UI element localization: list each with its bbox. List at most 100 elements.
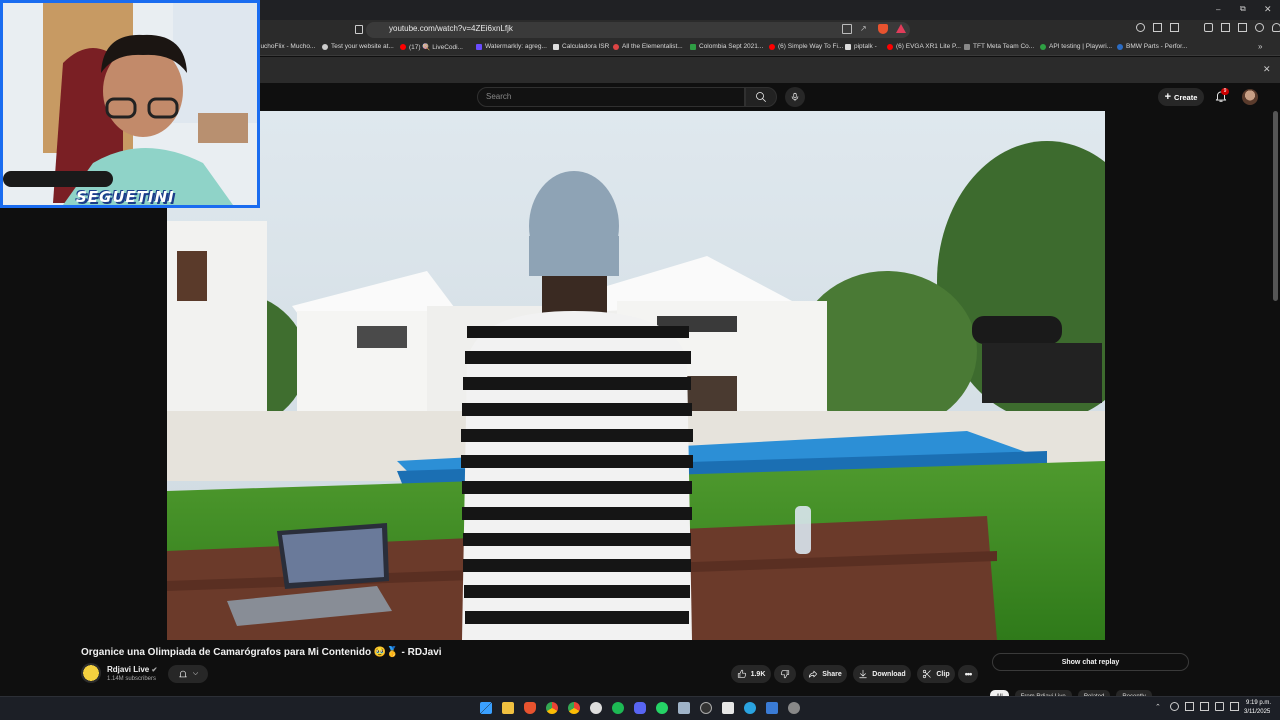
- file-explorer-icon[interactable]: [502, 702, 514, 714]
- notepad-icon[interactable]: [678, 702, 690, 714]
- close-infobar-icon[interactable]: ✕: [1263, 64, 1271, 75]
- minimize-icon[interactable]: –: [1216, 5, 1220, 14]
- verified-icon: ✔: [151, 667, 158, 674]
- globe-icon: [322, 43, 328, 50]
- subscription-bell-button[interactable]: ⌵: [168, 665, 208, 683]
- bookmark-item[interactable]: Watermarkly: agreg...: [476, 43, 547, 50]
- webcam-overlay: [0, 0, 260, 208]
- like-button[interactable]: 1.9K: [731, 665, 771, 683]
- watermarkly-icon: [476, 43, 482, 50]
- media-icon[interactable]: [1204, 23, 1213, 32]
- bookmark-item[interactable]: (6) Simple Way To Fi...: [769, 43, 843, 50]
- search-placeholder: Search: [486, 92, 512, 101]
- share-icon: [809, 670, 818, 678]
- search-icon: [756, 92, 766, 102]
- voice-search-button[interactable]: [785, 87, 805, 107]
- create-button[interactable]: + Create: [1158, 88, 1204, 106]
- telegram-icon[interactable]: [744, 702, 756, 714]
- youtube-icon: [769, 43, 775, 50]
- sidebar-icon[interactable]: [1221, 23, 1230, 32]
- search-input[interactable]: [477, 87, 745, 107]
- bmw-icon: [1117, 43, 1123, 50]
- video-title: Organice una Olimpiada de Camarógrafos p…: [81, 647, 442, 658]
- discord-icon[interactable]: [634, 702, 646, 714]
- download-label: Download: [872, 670, 906, 678]
- account-avatar[interactable]: [1242, 89, 1258, 105]
- calculator-icon: [553, 43, 559, 50]
- microphone-icon: [791, 92, 799, 102]
- search-button[interactable]: [745, 87, 777, 107]
- show-chat-replay-button[interactable]: Show chat replay: [992, 653, 1189, 671]
- bookmark-item[interactable]: (6) EVGA XR1 Lite P...: [887, 43, 961, 50]
- close-window-icon[interactable]: ✕: [1264, 4, 1272, 15]
- brave-rewards-icon[interactable]: [896, 24, 906, 33]
- extension-icon[interactable]: [1153, 23, 1162, 32]
- usb-icon[interactable]: [1185, 702, 1194, 711]
- capcut-icon[interactable]: [722, 702, 734, 714]
- brave-shield-icon[interactable]: [878, 24, 888, 34]
- video-player[interactable]: [167, 111, 1105, 640]
- bookmark-item[interactable]: API testing | Playwri...: [1040, 43, 1112, 50]
- bookmark-item[interactable]: TFT Meta Team Co...: [964, 43, 1034, 50]
- bookmark-icon[interactable]: [355, 25, 363, 34]
- windows-start-icon[interactable]: [480, 702, 492, 714]
- playwright-icon: [1040, 43, 1046, 50]
- share-button[interactable]: Share: [803, 665, 847, 683]
- bookmark-item[interactable]: Test your website at...: [322, 43, 394, 50]
- spotify-icon[interactable]: [612, 702, 624, 714]
- chevron-down-icon: ⌵: [192, 670, 199, 677]
- cast-icon[interactable]: [842, 24, 852, 34]
- bookmark-item[interactable]: Calculadora ISR: [553, 43, 609, 50]
- download-button[interactable]: Download: [853, 665, 911, 683]
- app-icon[interactable]: [590, 702, 602, 714]
- dislike-button[interactable]: [774, 665, 796, 683]
- clip-button[interactable]: Clip: [917, 665, 955, 683]
- site-icon: [613, 43, 619, 50]
- share-page-icon[interactable]: ↗: [860, 24, 867, 33]
- photos-icon[interactable]: [766, 702, 778, 714]
- sync-icon[interactable]: [1170, 702, 1179, 711]
- share-label: Share: [822, 670, 842, 678]
- extension-icon[interactable]: [1170, 23, 1179, 32]
- chevron-up-icon[interactable]: ⌃: [1155, 703, 1161, 711]
- bookmark-item[interactable]: (17) 🍭 LiveCodi...: [400, 43, 463, 51]
- site-icon: [964, 43, 970, 50]
- bell-icon: [179, 670, 187, 678]
- url-text[interactable]: youtube.com/watch?v=4ZEi6xnLfjk: [389, 24, 513, 33]
- bookmark-item[interactable]: piptalk -: [845, 43, 877, 50]
- obs-icon[interactable]: [700, 702, 712, 714]
- bookmark-item[interactable]: BMW Parts - Perfor...: [1117, 43, 1187, 50]
- create-label: Create: [1174, 92, 1198, 102]
- vpn-icon[interactable]: [1255, 23, 1264, 32]
- battery-icon[interactable]: [1230, 702, 1239, 711]
- wallet-icon[interactable]: [1238, 23, 1247, 32]
- brave-browser-icon[interactable]: [524, 702, 536, 714]
- notification-badge: 9: [1221, 88, 1229, 95]
- leo-icon[interactable]: [1272, 23, 1280, 32]
- page-scrollbar[interactable]: [1273, 111, 1278, 301]
- channel-name[interactable]: Rdjavi Live ✔: [107, 665, 157, 674]
- more-actions-button[interactable]: •••: [958, 665, 978, 683]
- channel-avatar[interactable]: [81, 663, 101, 683]
- chrome-icon[interactable]: [568, 702, 580, 714]
- video-frame: [167, 111, 1105, 640]
- webcam-overlay-text: SEGUETINI: [76, 188, 175, 206]
- chrome-icon[interactable]: [546, 702, 558, 714]
- bookmark-item[interactable]: luchoFlix - Mucho...: [259, 43, 315, 50]
- sheets-icon: [690, 43, 696, 50]
- more-bookmarks-icon[interactable]: »: [1258, 42, 1262, 51]
- settings-icon[interactable]: [788, 702, 800, 714]
- whatsapp-icon[interactable]: [656, 702, 668, 714]
- volume-icon[interactable]: [1215, 702, 1224, 711]
- clock-time[interactable]: 9:19 p.m.: [1246, 700, 1271, 706]
- network-icon[interactable]: [1200, 702, 1209, 711]
- extensions-toolbar: ☰: [1136, 23, 1280, 32]
- bookmark-item[interactable]: All the Elementalist...: [613, 43, 683, 50]
- youtube-icon: [400, 44, 406, 50]
- restore-icon[interactable]: ⧉: [1240, 4, 1246, 14]
- extension-icon[interactable]: [1136, 23, 1145, 32]
- bookmark-item[interactable]: Colombia Sept 2021...: [690, 43, 763, 50]
- clock-date[interactable]: 3/11/2025: [1244, 709, 1270, 715]
- like-count: 1.9K: [750, 670, 766, 678]
- thumbs-up-icon: [737, 669, 746, 678]
